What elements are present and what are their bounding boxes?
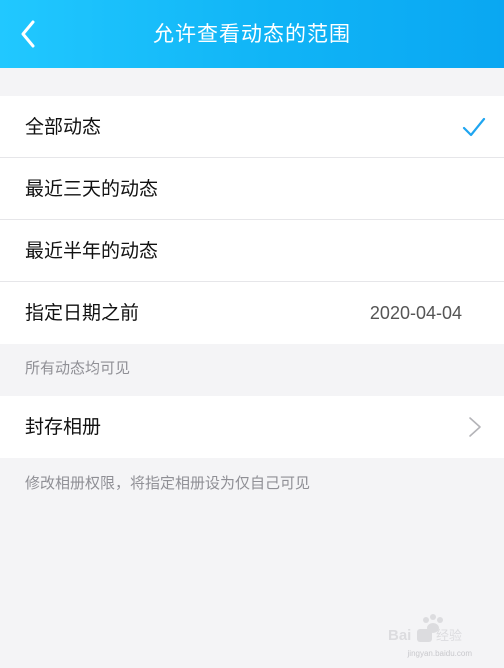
- option-label: 全部动态: [25, 116, 102, 138]
- chevron-right-icon: [469, 417, 481, 437]
- archive-section: 封存相册: [0, 396, 504, 458]
- page-title: 允许查看动态的范围: [153, 22, 351, 46]
- date-value: 2020-04-04: [369, 303, 462, 323]
- option-label: 最近三天的动态: [25, 178, 159, 200]
- option-label: 最近半年的动态: [25, 240, 159, 262]
- archive-label: 封存相册: [25, 416, 102, 438]
- baidu-jingyan-watermark: Bai 经验: [388, 614, 462, 644]
- archive-albums-item[interactable]: 封存相册: [0, 396, 504, 458]
- watermark-url: jingyan.baidu.com: [407, 649, 472, 658]
- option-label: 指定日期之前: [25, 302, 140, 324]
- svg-text:Bai: Bai: [388, 627, 411, 644]
- options-hint: 所有动态均可见: [25, 359, 131, 377]
- option-before-date[interactable]: 指定日期之前 2020-04-04: [0, 282, 504, 344]
- option-last-three-days[interactable]: 最近三天的动态: [0, 158, 504, 220]
- option-last-half-year[interactable]: 最近半年的动态: [0, 220, 504, 282]
- archive-hint: 修改相册权限，将指定相册设为仅自己可见: [25, 474, 311, 492]
- visibility-options: 全部动态 最近三天的动态 最近半年的动态 指定日期之前 2020-04-04: [0, 96, 504, 344]
- option-all-posts[interactable]: 全部动态: [0, 96, 504, 158]
- title-bar: 允许查看动态的范围: [0, 0, 504, 68]
- checkmark-icon: [462, 117, 486, 137]
- svg-text:经验: 经验: [436, 628, 462, 644]
